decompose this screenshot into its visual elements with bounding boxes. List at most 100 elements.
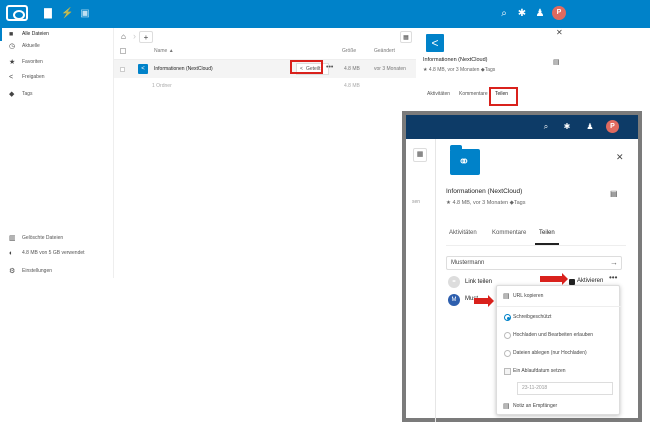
row-checkbox[interactable] [120, 67, 125, 72]
menu-divider [497, 306, 621, 307]
arrow-to-copy-url [474, 295, 494, 307]
inset-top-bar: ⌕ ✱ ♟ P [406, 115, 638, 139]
clock-icon: ◷ [9, 43, 16, 50]
activity-app-icon[interactable]: ⚡ [61, 8, 73, 20]
file-list: ⌂ › + ▦ Name ▲ Größe Geändert < Informat… [114, 28, 416, 278]
detail-title: Informationen (NextCloud) [423, 57, 488, 63]
sidebar-item-tags[interactable]: ◆ Tags [0, 88, 114, 101]
contacts-icon[interactable]: ♟ [534, 8, 546, 20]
notifications-icon[interactable]: ✱ [516, 8, 528, 20]
quota-info: ◐ 4.8 MB von 5 GB verwendet [0, 247, 114, 260]
menu-item-upload-edit[interactable]: Hochladen und Bearbeiten erlauben [497, 327, 621, 344]
grid-view-toggle[interactable]: ▦ [413, 148, 427, 162]
inset-file-area: ▦ sen [406, 139, 436, 422]
tag-icon: ◆ [9, 91, 15, 98]
nextcloud-logo[interactable] [6, 5, 28, 21]
files-app-icon[interactable]: ▇ [42, 8, 54, 20]
expiry-checkbox[interactable] [504, 368, 511, 375]
shared-file-icon: < [138, 64, 148, 74]
tab-activity[interactable]: Aktivitäten [449, 230, 477, 236]
menu-item-readonly[interactable]: Schreibgeschützt [497, 309, 621, 326]
upload-edit-radio[interactable] [504, 332, 511, 339]
file-name[interactable]: Informationen (NextCloud) [154, 60, 213, 78]
home-icon[interactable]: ⌂ [121, 32, 126, 41]
arrow-right-icon[interactable]: → [610, 257, 618, 269]
pie-chart-icon: ◐ [9, 250, 14, 257]
sidebar-item-label: Einstellungen [22, 268, 53, 274]
tab-comments[interactable]: Kommentare [459, 91, 488, 97]
user-avatar: M [448, 294, 460, 306]
highlight-share-button [290, 60, 323, 74]
detail-meta: ★ 4.8 MB, vor 3 Monaten ◆Tags [423, 67, 496, 73]
link-icon: ⚭ [448, 276, 460, 288]
star-icon[interactable]: ★ [446, 200, 451, 206]
file-modified: vor 3 Monaten [374, 66, 406, 72]
expiry-date-input[interactable]: 23-11-2018 [517, 382, 613, 395]
link-share-label: Link teilen [465, 279, 493, 285]
sidebar-item-deleted-files[interactable]: ▥ Gelöschte Dateien [0, 232, 114, 245]
share-icon: < [9, 74, 14, 81]
search-icon[interactable]: ⌕ [540, 121, 552, 133]
inset-details-panel: ⚭ ✕ Informationen (NextCloud) ▤ ★ 4.8 MB… [436, 139, 638, 422]
zoomed-inset: ⌕ ✱ ♟ P ▦ sen ⚭ ✕ Informationen (NextClo… [402, 111, 642, 422]
readonly-radio[interactable] [504, 314, 511, 321]
quota-label: 4.8 MB von 5 GB verwendet [22, 250, 85, 256]
column-modified[interactable]: Geändert [374, 42, 395, 60]
note-icon: ▤ [503, 403, 510, 410]
sidebar-item-label: Gelöschte Dateien [22, 235, 64, 241]
sidebar-item-label: Alle Dateien [22, 31, 49, 37]
file-count-summary: 1 Ordner [152, 83, 172, 89]
search-icon[interactable]: ⌕ [498, 8, 510, 20]
top-bar: ▇ ⚡ ▣ ⌕ ✱ ♟ P [0, 0, 650, 28]
detail-title: Informationen (NextCloud) [446, 188, 523, 195]
breadcrumb-separator: › [133, 31, 136, 41]
folder-tab-shape [450, 145, 462, 150]
file-table-header: Name ▲ Größe Geändert [114, 42, 416, 60]
more-actions-icon[interactable]: ••• [326, 59, 333, 77]
contacts-icon[interactable]: ♟ [584, 121, 596, 133]
sidebar-item-recent[interactable]: ◷ Aktuelle [0, 40, 114, 53]
tab-divider [446, 245, 626, 246]
star-icon[interactable]: ★ [423, 67, 427, 73]
sidebar-item-shares[interactable]: < Freigaben [0, 71, 114, 84]
table-row[interactable]: < Informationen (NextCloud) < Geteilt •••… [114, 60, 416, 78]
notifications-icon[interactable]: ✱ [561, 121, 573, 133]
menu-item-file-drop[interactable]: Dateien ablegen (nur Hochladen) [497, 345, 621, 362]
highlight-sharing-tab [489, 87, 518, 106]
total-size-summary: 4.8 MB [344, 83, 360, 89]
sidebar-item-settings[interactable]: ⚙ Einstellungen [0, 265, 114, 278]
gallery-app-icon[interactable]: ▣ [79, 8, 91, 20]
file-size: 4.8 MB [344, 66, 360, 72]
user-avatar[interactable]: P [606, 120, 619, 133]
menu-item-copy-url[interactable]: ▤ URL kopieren [497, 288, 621, 305]
share-with-input[interactable]: Mustermann → [446, 256, 622, 270]
star-icon: ★ [9, 59, 16, 66]
more-actions-icon[interactable]: ••• [609, 273, 617, 282]
menu-item-note[interactable]: ▤ Notiz an Empfänger [497, 398, 621, 415]
user-avatar[interactable]: P [552, 6, 566, 20]
close-icon[interactable]: ✕ [556, 28, 563, 37]
activate-label[interactable]: Aktivieren [577, 278, 603, 284]
link-icon: ⚭ [458, 153, 470, 169]
clipboard-icon[interactable]: ▤ [553, 58, 560, 66]
clipboard-icon: ▤ [503, 293, 510, 300]
tab-comments[interactable]: Kommentare [492, 230, 526, 236]
trash-icon: ▥ [9, 235, 16, 242]
sidebar-item-label: Freigaben [22, 74, 45, 80]
tab-activity[interactable]: Aktivitäten [427, 91, 450, 97]
app-navigation: ■ Alle Dateien ◷ Aktuelle ★ Favoriten < Frei… [0, 28, 114, 278]
arrow-to-activate [540, 273, 568, 285]
clipboard-icon[interactable]: ▤ [610, 189, 618, 198]
sidebar-item-favorites[interactable]: ★ Favoriten [0, 56, 114, 69]
column-name[interactable]: Name ▲ [154, 42, 174, 60]
sidebar-item-label: Tags [22, 91, 33, 97]
close-icon[interactable]: ✕ [616, 152, 624, 163]
select-all-checkbox[interactable] [120, 48, 126, 54]
file-drop-radio[interactable] [504, 350, 511, 357]
column-size[interactable]: Größe [342, 42, 356, 60]
truncated-text: sen [412, 199, 421, 205]
tab-sharing[interactable]: Teilen [539, 230, 555, 236]
shared-folder-icon: ⚭ [450, 145, 480, 175]
detail-meta: ★ 4.8 MB, vor 3 Monaten ◆Tags [446, 200, 526, 206]
menu-item-expiry[interactable]: Ein Ablaufdatum setzen [497, 363, 621, 380]
